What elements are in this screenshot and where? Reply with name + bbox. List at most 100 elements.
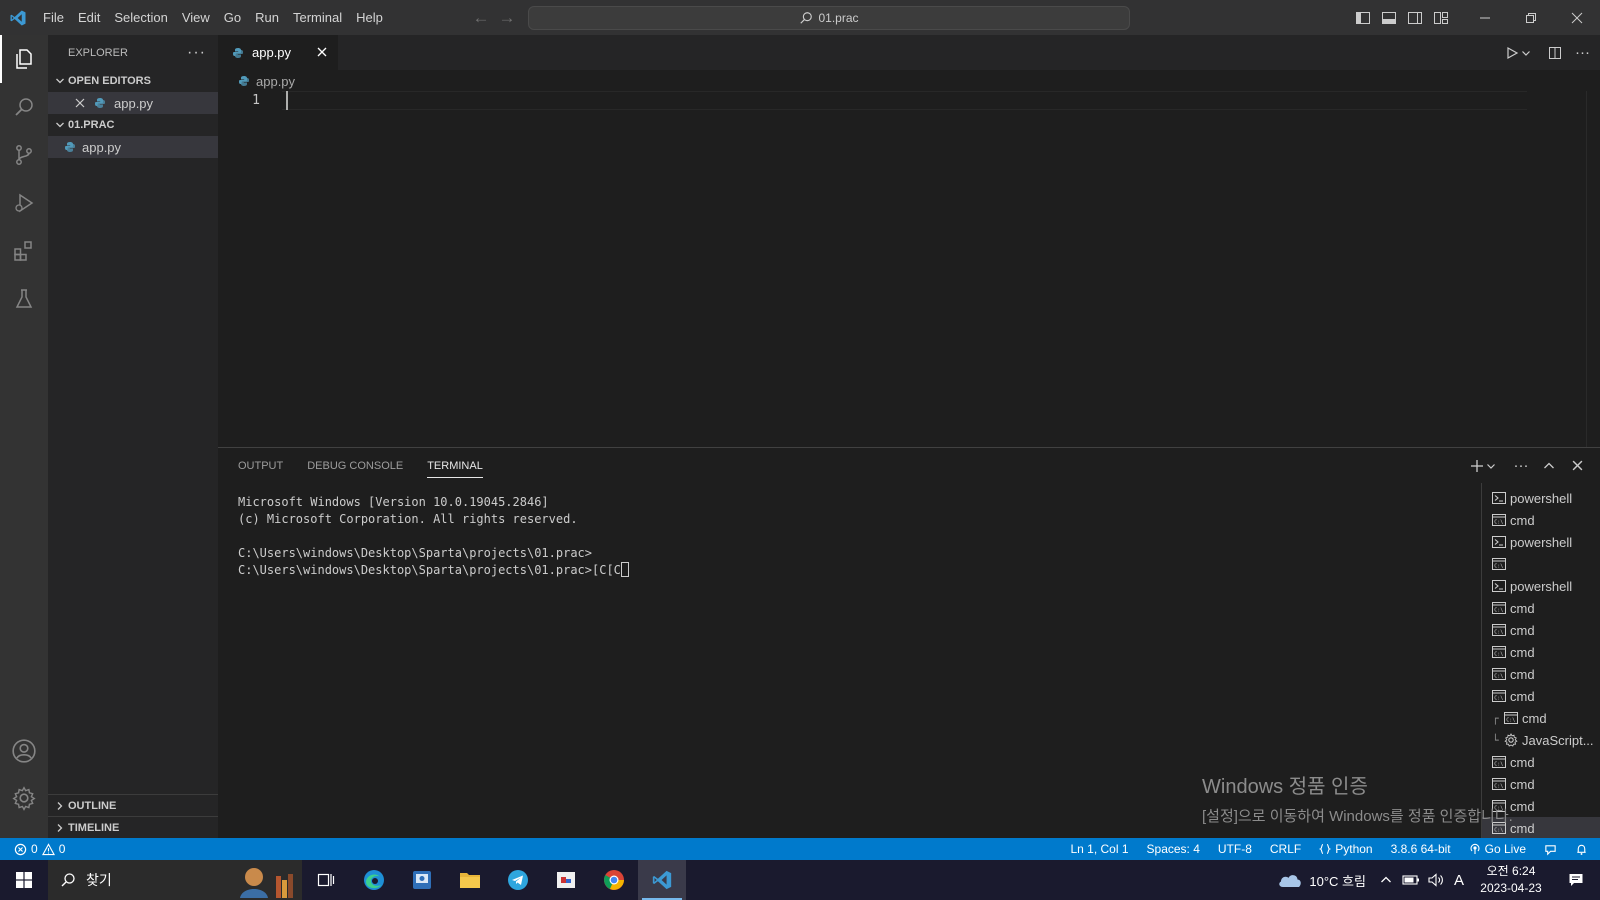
menu-help[interactable]: Help — [350, 6, 389, 30]
forward-arrow-icon[interactable]: → — [494, 8, 520, 28]
toggle-primary-sidebar-icon[interactable] — [1350, 0, 1376, 35]
taskbar-search-box[interactable]: 찾기 — [48, 860, 302, 900]
open-editors-section[interactable]: OPEN EDITORS — [48, 70, 218, 92]
run-debug-icon[interactable] — [0, 179, 48, 227]
editor-scrollbar[interactable] — [1586, 91, 1600, 447]
chevron-up-icon[interactable] — [1380, 874, 1392, 886]
manage-gear-icon[interactable] — [0, 774, 48, 822]
indentation[interactable]: Spaces: 4 — [1147, 842, 1200, 856]
tab-debug-console[interactable]: DEBUG CONSOLE — [307, 448, 403, 483]
status-bar: 0 0 Ln 1, Col 1 Spaces: 4 UTF-8 CRLF Pyt… — [0, 838, 1600, 860]
chrome-icon[interactable] — [590, 860, 638, 900]
line-number: 1 — [252, 93, 260, 108]
volume-icon[interactable] — [1428, 873, 1444, 887]
cursor-position[interactable]: Ln 1, Col 1 — [1070, 842, 1128, 856]
menu-view[interactable]: View — [176, 6, 216, 30]
encoding[interactable]: UTF-8 — [1218, 842, 1252, 856]
go-live-button[interactable]: Go Live — [1469, 842, 1526, 856]
extensions-icon[interactable] — [0, 227, 48, 275]
accounts-icon[interactable] — [0, 727, 48, 775]
minimize-icon[interactable] — [1462, 0, 1508, 35]
timeline-section[interactable]: TIMELINE — [48, 816, 218, 839]
end-of-line[interactable]: CRLF — [1270, 842, 1301, 856]
vscode-taskbar-icon[interactable] — [638, 860, 686, 900]
more-actions-icon[interactable]: ··· — [1510, 457, 1532, 474]
app-icon[interactable] — [542, 860, 590, 900]
split-editor-icon[interactable] — [1547, 45, 1563, 61]
menu-selection[interactable]: Selection — [108, 6, 173, 30]
toggle-secondary-sidebar-icon[interactable] — [1402, 0, 1428, 35]
terminal-list-item[interactable]: ┌ C:\ cmd — [1482, 707, 1600, 729]
svg-text:C:\: C:\ — [1506, 718, 1515, 724]
telegram-icon[interactable] — [494, 860, 542, 900]
terminal-list-item[interactable]: C:\ cmd — [1482, 619, 1600, 641]
menu-go[interactable]: Go — [218, 6, 247, 30]
chevron-down-icon — [52, 120, 68, 130]
run-python-file-icon[interactable] — [1505, 46, 1531, 60]
terminal-list-item[interactable]: C:\ cmd — [1482, 685, 1600, 707]
terminal-list-item[interactable]: C:\ cmd — [1482, 663, 1600, 685]
file-tree-item[interactable]: app.py — [48, 136, 218, 158]
restore-icon[interactable] — [1508, 0, 1554, 35]
weather-widget[interactable]: 10°C 흐림 — [1277, 871, 1366, 890]
file-explorer-icon[interactable] — [446, 860, 494, 900]
cmd-icon: C:\ — [1492, 689, 1506, 703]
terminal-list-item[interactable]: powershell — [1482, 487, 1600, 509]
terminal-list-item[interactable]: C:\ — [1482, 553, 1600, 575]
terminal-list-item[interactable]: C:\ cmd — [1482, 509, 1600, 531]
chevron-down-icon[interactable] — [1521, 48, 1531, 58]
task-view-icon[interactable] — [302, 860, 350, 900]
terminal-list-item[interactable]: C:\ cmd — [1482, 597, 1600, 619]
tab-terminal[interactable]: TERMINAL — [427, 448, 483, 483]
notifications-icon[interactable] — [1552, 872, 1600, 888]
command-center[interactable]: 01.prac — [528, 6, 1130, 30]
outline-section[interactable]: OUTLINE — [48, 794, 218, 817]
customize-layout-icon[interactable] — [1428, 0, 1454, 35]
tab-close-icon[interactable] — [314, 44, 330, 60]
windows-start-icon[interactable] — [0, 860, 48, 900]
menu-run[interactable]: Run — [249, 6, 285, 30]
go-live-label: Go Live — [1484, 842, 1526, 856]
toggle-panel-icon[interactable] — [1376, 0, 1402, 35]
app-icon[interactable] — [398, 860, 446, 900]
tab-app-py[interactable]: app.py — [218, 35, 338, 70]
clock[interactable]: 오전 6:24 2023-04-23 — [1470, 863, 1552, 897]
breadcrumb[interactable]: app.py — [236, 71, 295, 91]
source-control-icon[interactable] — [0, 131, 48, 179]
terminal-list-item[interactable]: C:\ cmd — [1482, 641, 1600, 663]
terminal-list-item[interactable]: └ JavaScript... — [1482, 729, 1600, 751]
folder-section[interactable]: 01.PRAC — [48, 114, 218, 136]
terminal-output[interactable]: Microsoft Windows [Version 10.0.19045.28… — [238, 494, 629, 579]
maximize-panel-icon[interactable] — [1538, 460, 1560, 472]
python-interpreter[interactable]: 3.8.6 64-bit — [1391, 842, 1451, 856]
menu-terminal[interactable]: Terminal — [287, 6, 348, 30]
menu-edit[interactable]: Edit — [72, 6, 106, 30]
new-terminal-icon[interactable] — [1470, 459, 1496, 473]
back-arrow-icon[interactable]: ← — [468, 8, 494, 28]
menu-file[interactable]: File — [37, 6, 70, 30]
terminal-list-item[interactable]: powershell — [1482, 575, 1600, 597]
close-editor-icon[interactable] — [72, 98, 88, 108]
terminal-list-item[interactable]: powershell — [1482, 531, 1600, 553]
code-editor[interactable]: 1 — [218, 91, 1600, 447]
explorer-icon[interactable] — [0, 35, 48, 83]
chevron-down-icon[interactable] — [1486, 461, 1496, 471]
more-actions-icon[interactable]: ··· — [1575, 44, 1590, 61]
open-editor-filename: app.py — [114, 95, 154, 111]
testing-flask-icon[interactable] — [0, 275, 48, 323]
feedback-icon[interactable] — [1544, 843, 1557, 856]
powershell-icon — [1492, 579, 1506, 593]
search-icon[interactable] — [0, 83, 48, 131]
close-icon[interactable] — [1554, 0, 1600, 35]
more-actions-icon[interactable]: ··· — [187, 44, 206, 62]
problems-status[interactable]: 0 0 — [14, 838, 65, 860]
open-editor-item[interactable]: app.py — [48, 92, 218, 114]
edge-browser-icon[interactable] — [350, 860, 398, 900]
tab-output[interactable]: OUTPUT — [238, 448, 283, 483]
battery-icon[interactable] — [1402, 874, 1420, 886]
notifications-bell-icon[interactable] — [1575, 843, 1588, 856]
language-mode[interactable]: Python — [1319, 842, 1373, 856]
input-method-indicator[interactable]: A — [1454, 872, 1464, 889]
close-panel-icon[interactable] — [1566, 460, 1588, 471]
